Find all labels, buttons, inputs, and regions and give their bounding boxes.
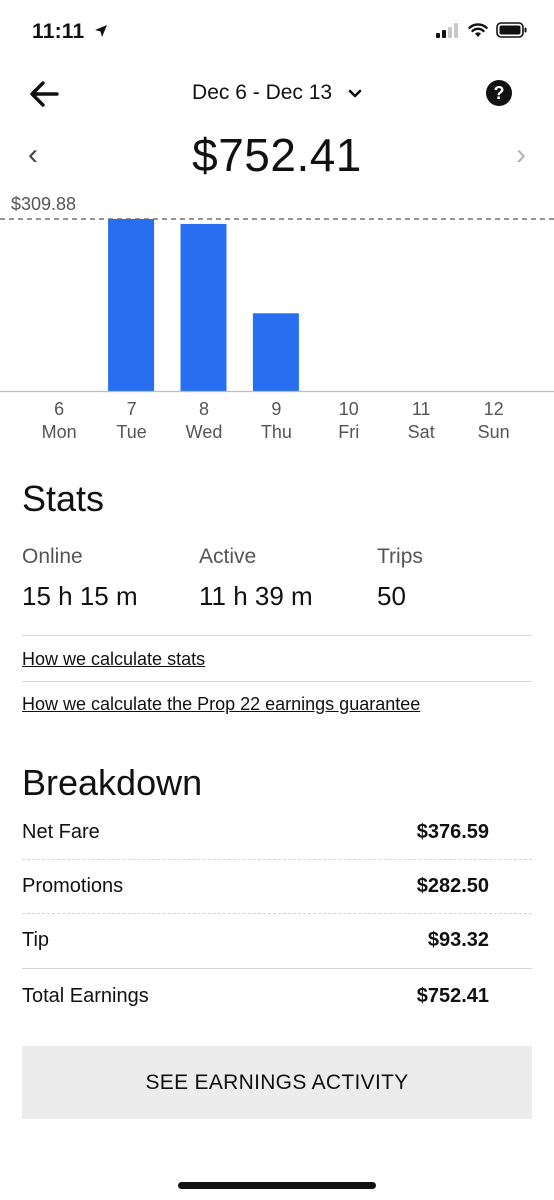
breakdown-amount: $752.41 (416, 985, 489, 1007)
tick-day-number: 7 (126, 399, 137, 419)
chart-max-label: $309.88 (11, 194, 76, 214)
tick-day-name: Fri (338, 422, 360, 442)
stats-title: Stats (22, 478, 105, 519)
row-divider (22, 913, 532, 914)
chart-tick-mon[interactable]: 6 Mon (24, 398, 94, 444)
breakdown-title: Breakdown (22, 762, 203, 803)
status-time: 11:11 (32, 20, 108, 44)
tick-day-name: Sun (477, 422, 510, 442)
tick-day-name: Tue (116, 422, 147, 442)
breakdown-amount: $93.32 (427, 929, 489, 951)
battery-icon (496, 22, 528, 43)
status-icons (436, 22, 528, 43)
tick-day-number: 6 (54, 399, 65, 419)
date-range-label: Dec 6 - Dec 13 (192, 81, 333, 104)
status-time-text: 11:11 (32, 20, 85, 43)
prop22-guarantee-link[interactable]: How we calculate the Prop 22 earnings gu… (22, 694, 420, 715)
cellular-signal-icon (436, 22, 460, 43)
earnings-bar-chart: $309.88 (0, 194, 554, 393)
earnings-total: $752.41 (192, 129, 362, 181)
chart-tick-thu[interactable]: 9 Thu (241, 398, 311, 444)
row-divider (22, 859, 532, 860)
breakdown-amount: $376.59 (416, 821, 489, 843)
online-label: Online (22, 545, 83, 568)
tick-day-number: 12 (483, 399, 504, 419)
tick-day-name: Wed (185, 422, 223, 442)
how-we-calculate-stats-link[interactable]: How we calculate stats (22, 649, 205, 670)
tick-day-number: 10 (338, 399, 359, 419)
tick-day-number: 9 (271, 399, 282, 419)
location-arrow-icon (94, 20, 108, 44)
breakdown-row-total: Total Earnings $752.41 (22, 985, 489, 1008)
online-value: 15 h 15 m (22, 581, 138, 611)
help-button[interactable]: ? (486, 80, 512, 106)
date-range-selector[interactable]: Dec 6 - Dec 13 (0, 81, 554, 105)
chart-bar-wed[interactable] (180, 223, 227, 391)
trips-label: Trips (377, 545, 423, 568)
breakdown-label: Tip (22, 929, 50, 951)
see-earnings-activity-button[interactable]: SEE EARNINGS ACTIVITY (22, 1046, 532, 1119)
tick-day-name: Sat (407, 422, 435, 442)
breakdown-label: Promotions (22, 875, 124, 897)
chart-bar-thu[interactable] (252, 313, 299, 391)
breakdown-amount: $282.50 (416, 875, 489, 897)
next-week-button[interactable]: › (516, 138, 526, 172)
tick-day-name: Mon (41, 422, 77, 442)
active-value: 11 h 39 m (199, 581, 313, 611)
chart-tick-fri[interactable]: 10 Fri (314, 398, 384, 444)
breakdown-label: Total Earnings (22, 985, 149, 1007)
chart-tick-tue[interactable]: 7 Tue (97, 398, 167, 444)
breakdown-row-tip: Tip $93.32 (22, 929, 489, 952)
tick-day-name: Thu (260, 422, 292, 442)
breakdown-row-net-fare: Net Fare $376.59 (22, 821, 489, 844)
home-indicator (178, 1182, 376, 1189)
tick-day-number: 11 (411, 399, 431, 419)
chart-tick-sun[interactable]: 12 Sun (459, 398, 529, 444)
trips-value: 50 (377, 581, 406, 611)
divider (22, 681, 532, 682)
divider (22, 635, 532, 636)
help-circle-icon: ? (493, 82, 505, 103)
active-label: Active (199, 545, 257, 568)
breakdown-label: Net Fare (22, 821, 100, 843)
chart-bar-tue[interactable] (108, 219, 155, 391)
chart-tick-wed[interactable]: 8 Wed (169, 398, 239, 444)
breakdown-row-promotions: Promotions $282.50 (22, 875, 489, 898)
chart-tick-sat[interactable]: 11 Sat (386, 398, 456, 444)
total-divider (22, 968, 532, 969)
tick-day-number: 8 (198, 399, 209, 419)
chevron-down-icon (348, 81, 362, 105)
wifi-icon (468, 22, 488, 43)
cta-label: SEE EARNINGS ACTIVITY (145, 1070, 409, 1094)
